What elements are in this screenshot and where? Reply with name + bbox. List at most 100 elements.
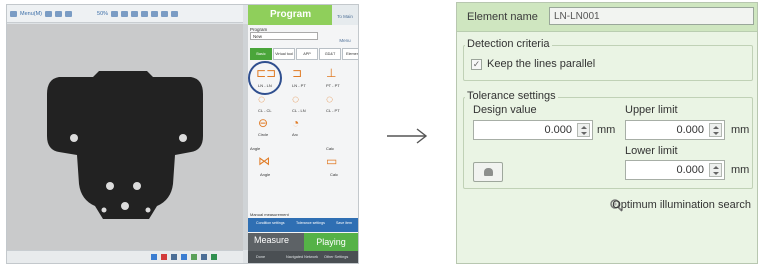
tolerance-settings-button[interactable]: Tolerance settings (296, 221, 325, 225)
hole (179, 134, 187, 142)
cl-ln-tool-icon[interactable]: ◌ (292, 93, 299, 105)
program-panel: Program To Main Menu Program New Basic V… (248, 5, 358, 263)
mode-switch: Measure Playing (248, 233, 358, 251)
view-icon[interactable] (65, 10, 73, 17)
main-menu-button[interactable]: To Main Menu (332, 5, 358, 43)
ln-pt-tool-icon[interactable]: ⊐ (292, 67, 302, 79)
arc-tool-icon[interactable]: ◔ (292, 117, 299, 129)
lower-limit-spinner[interactable] (709, 163, 722, 177)
tool-label: LN - PT (292, 83, 306, 88)
save-item-button[interactable]: Save item (336, 221, 352, 225)
upper-limit-value: 0.000 (676, 124, 704, 136)
sub-actions: Done Navigated Network Other Settings (248, 251, 358, 263)
program-title: Program (270, 9, 312, 20)
right-arrow-icon (387, 128, 428, 144)
program-selector: Program New (250, 27, 356, 40)
design-value-input[interactable]: 0.000 (473, 120, 593, 140)
network-button[interactable]: Navigated Network (286, 255, 318, 259)
condition-settings-button[interactable]: Condition settings (256, 221, 285, 225)
part-image (47, 71, 203, 219)
lower-limit-label: Lower limit (625, 145, 678, 157)
tool-label: Circle (258, 132, 269, 137)
other-settings-button[interactable]: Other Settings (324, 255, 348, 259)
circle-tool-icon[interactable]: ⊖ (258, 117, 268, 129)
camera-icon[interactable] (171, 254, 177, 260)
tab-element[interactable]: Element (342, 48, 358, 60)
playing-button[interactable]: Playing (304, 233, 358, 251)
menu-label[interactable]: Menu(M) (20, 11, 42, 17)
grid-icon[interactable] (171, 10, 179, 17)
undo-icon[interactable] (131, 10, 139, 17)
image-viewer[interactable] (7, 24, 243, 250)
lock-icon (484, 168, 493, 176)
tool-label: Angle (260, 172, 271, 177)
tab-app[interactable]: APP (296, 48, 318, 60)
tab-virtual-tool[interactable]: Virtual tool (273, 48, 295, 60)
save-icon[interactable] (55, 10, 63, 17)
upper-limit-label: Upper limit (625, 104, 678, 116)
redo-icon[interactable] (141, 10, 149, 17)
program-header: Program To Main Menu (248, 5, 358, 43)
hole (70, 134, 78, 142)
design-value-spinner[interactable] (577, 123, 590, 137)
lower-limit-input[interactable]: 0.000 (625, 160, 725, 180)
element-name-label: Element name (467, 11, 538, 23)
detection-criteria-title: Detection criteria (465, 38, 552, 50)
layout-icon[interactable] (151, 10, 159, 17)
program-select[interactable]: New (250, 32, 318, 40)
menu-icon[interactable] (10, 10, 17, 17)
calc-tool-icon[interactable]: ▭ (326, 155, 337, 167)
optimum-illumination-search-button[interactable]: Optimum illumination search (612, 199, 751, 211)
tool-label: PT - PT (326, 83, 340, 88)
element-name-row: Element name LN-LN001 (457, 3, 757, 32)
fit-icon[interactable] (111, 10, 119, 17)
file-icon[interactable] (45, 10, 53, 17)
lower-limit-value: 0.000 (676, 164, 704, 176)
part-silhouette (47, 71, 203, 219)
image-icon[interactable] (191, 254, 197, 260)
angle-tool-icon[interactable]: ⋈ (258, 155, 270, 167)
tab-gdt[interactable]: GD&T (319, 48, 341, 60)
upper-unit: mm (731, 124, 750, 136)
hole (133, 182, 141, 190)
design-value: 0.000 (544, 124, 572, 136)
element-name-input[interactable]: LN-LN001 (549, 7, 754, 25)
tolerance-settings-title: Tolerance settings (465, 90, 558, 102)
section-calc: Calc (326, 146, 335, 151)
hole (145, 207, 151, 213)
hole (101, 207, 107, 213)
tool-label: CL - PT (326, 108, 340, 113)
tool-label: Calc (330, 172, 339, 177)
window-icon[interactable] (161, 10, 169, 17)
hole (106, 182, 114, 190)
hole (121, 202, 129, 210)
pt-pt-tool-icon[interactable]: ⊥ (326, 67, 336, 79)
tool-label: Arc (292, 132, 298, 137)
design-value-label: Design value (473, 104, 537, 116)
upper-limit-input[interactable]: 0.000 (625, 120, 725, 140)
lower-unit: mm (731, 164, 750, 176)
play-icon[interactable] (151, 254, 157, 260)
record-icon[interactable] (161, 254, 167, 260)
tool-tabs: Basic Virtual tool APP GD&T Element (250, 48, 358, 60)
light-icon[interactable] (201, 254, 207, 260)
section-angle: Angle (250, 146, 261, 151)
manual-measurement-label[interactable]: Manual measurement (250, 212, 289, 217)
done-button[interactable]: Done (256, 255, 265, 259)
tab-basic[interactable]: Basic (250, 48, 272, 60)
tool-label: CL - CL (258, 108, 272, 113)
highlight-circle (248, 61, 282, 95)
keep-parallel-checkbox[interactable]: ✓ (471, 59, 482, 70)
lock-button[interactable] (473, 162, 503, 182)
close-icon[interactable] (121, 10, 129, 17)
measure-button[interactable]: Measure (254, 235, 289, 245)
upper-limit-spinner[interactable] (709, 123, 722, 137)
settings-icon[interactable] (181, 254, 187, 260)
cl-pt-tool-icon[interactable]: ◌ (326, 93, 333, 105)
status-bar (7, 250, 243, 263)
stage-icon[interactable] (211, 254, 217, 260)
tool-label: CL - LN (292, 108, 306, 113)
zoom-label[interactable]: 50% (97, 11, 108, 17)
toolbar: Menu(M) 50% (7, 5, 243, 23)
design-unit: mm (597, 124, 616, 136)
